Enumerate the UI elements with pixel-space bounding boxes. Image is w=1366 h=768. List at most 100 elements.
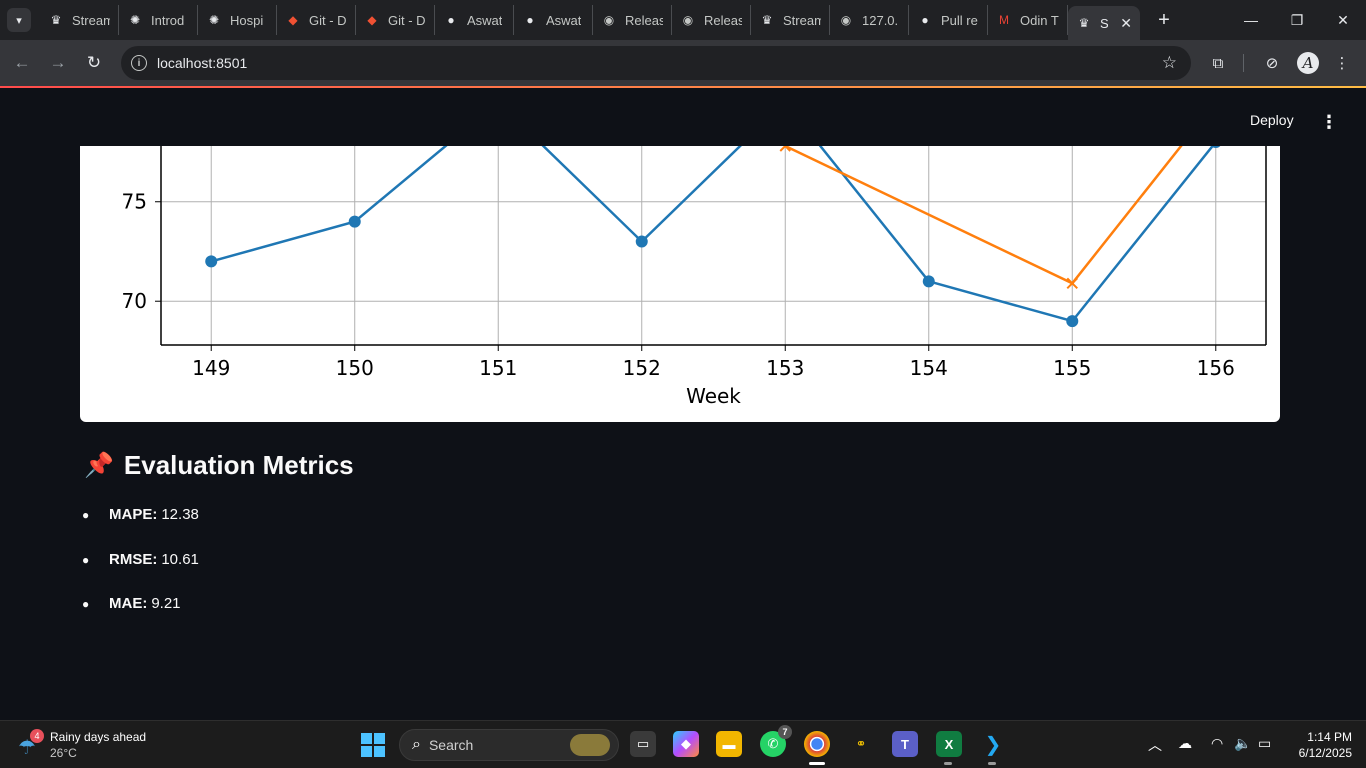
- tab[interactable]: ♛ Stream: [751, 5, 830, 35]
- restore-button[interactable]: ❐: [1274, 0, 1320, 40]
- x-tick-label: 152: [623, 356, 661, 380]
- series-group: [205, 146, 1221, 328]
- whatsapp-icon[interactable]: ✆ 7: [760, 725, 792, 757]
- site-info-icon[interactable]: i: [131, 55, 147, 71]
- tab[interactable]: M Odin T: [988, 5, 1068, 35]
- tab[interactable]: ✺ Hospi: [198, 5, 277, 35]
- file-explorer-icon[interactable]: ▬: [716, 731, 742, 757]
- tab[interactable]: ◆ Git - D: [356, 5, 435, 35]
- tab-title: 127.0.: [862, 12, 899, 28]
- clock-time: 1:14 PM: [1307, 730, 1352, 744]
- forward-button[interactable]: →: [41, 46, 75, 80]
- metrics-title: Evaluation Metrics: [123, 450, 354, 480]
- weather-badge: 4: [30, 729, 44, 743]
- new-tab-button[interactable]: +: [1150, 6, 1178, 34]
- github-icon: ●: [921, 13, 929, 27]
- copilot-icon[interactable]: ◆: [673, 731, 699, 757]
- tab[interactable]: ◉ Releas: [672, 5, 751, 35]
- weather-text: Rainy days ahead 26°C: [50, 729, 146, 761]
- sync-icon[interactable]: ⊘: [1262, 53, 1282, 73]
- taskbar: ☂ 4 Rainy days ahead 26°C ⌕ Search ▭ ◆ ▬…: [0, 720, 1366, 768]
- excel-icon[interactable]: X: [936, 731, 962, 765]
- search-highlight-image: [570, 734, 610, 756]
- tab-title: Odin T: [1020, 12, 1059, 28]
- list-item: ● RMSE: 10.61: [82, 551, 199, 596]
- tab-active[interactable]: ♛ St ✕: [1068, 6, 1140, 40]
- tab-search-button[interactable]: ▾: [7, 8, 31, 32]
- tab[interactable]: ● Pull re: [909, 5, 988, 35]
- x-tick-label: 150: [336, 356, 374, 380]
- tab-title: St: [1100, 15, 1109, 31]
- profile-avatar-icon[interactable]: A: [1297, 52, 1319, 74]
- close-tab-icon[interactable]: ✕: [1120, 15, 1132, 32]
- tab[interactable]: ● Aswat: [435, 5, 514, 35]
- bookmark-star-icon[interactable]: ☆: [1162, 53, 1177, 73]
- tab[interactable]: ◉ 127.0.: [830, 5, 909, 35]
- weather-summary: Rainy days ahead: [50, 730, 147, 744]
- teams-icon[interactable]: T: [892, 731, 918, 757]
- onedrive-icon[interactable]: ☁: [1178, 735, 1192, 752]
- extension-app-icon[interactable]: ⚭: [848, 731, 874, 757]
- tab-title: Git - D: [309, 12, 347, 28]
- deploy-button[interactable]: Deploy: [1250, 112, 1294, 128]
- show-hidden-icons-chevron-icon[interactable]: ︿: [1148, 735, 1162, 755]
- task-view-icon[interactable]: ▭: [630, 731, 656, 757]
- volume-icon[interactable]: 🔈: [1234, 735, 1251, 752]
- weather-widget[interactable]: ☂ 4 Rainy days ahead 26°C: [14, 729, 174, 761]
- streamlit-crown-icon: ♛: [1078, 16, 1090, 30]
- data-point: [922, 275, 935, 288]
- x-tick-label: 153: [766, 356, 804, 380]
- github-icon: ●: [526, 13, 534, 27]
- tab-title: Aswat: [546, 12, 582, 28]
- bullet: ●: [82, 508, 90, 522]
- clock-date: 6/12/2025: [1298, 746, 1352, 760]
- tab-title: Git - D: [388, 12, 426, 28]
- openai-icon: ✺: [208, 13, 220, 27]
- reload-button[interactable]: ↻: [77, 46, 111, 80]
- extensions-icon[interactable]: ⧉: [1208, 53, 1228, 73]
- address-bar[interactable]: i localhost:8501 ☆: [121, 46, 1191, 80]
- globe-icon: ◉: [840, 13, 852, 27]
- gmail-icon: M: [999, 13, 1009, 27]
- globe-icon: ◉: [603, 13, 615, 27]
- bullet: ●: [82, 552, 90, 567]
- wifi-icon[interactable]: ◠: [1211, 735, 1223, 752]
- app-menu-icon[interactable]: ⋮: [1320, 112, 1338, 133]
- tab[interactable]: ◆ Git - D: [277, 5, 356, 35]
- y-tick-label: 70: [122, 289, 147, 313]
- line-chart: 149 150 151 152 153 154 155 156 70 75 Week: [122, 146, 1267, 408]
- metric-name: MAE:: [109, 595, 148, 612]
- metric-name: RMSE:: [109, 550, 158, 568]
- tab[interactable]: ✺ Introd: [119, 5, 198, 35]
- tab[interactable]: ◉ Releas: [593, 5, 672, 35]
- x-tick-label: 154: [910, 356, 948, 380]
- tab-title: Stream: [72, 12, 110, 28]
- windows-start-icon[interactable]: [361, 733, 385, 757]
- data-point: [348, 215, 361, 228]
- tab[interactable]: ♛ Stream: [40, 5, 119, 35]
- battery-icon[interactable]: ▭: [1258, 735, 1271, 752]
- browser-menu-icon[interactable]: ⋮: [1332, 53, 1352, 73]
- tab-title: Releas: [704, 12, 742, 28]
- chart-container: 149 150 151 152 153 154 155 156 70 75 Week: [80, 146, 1280, 422]
- chrome-icon[interactable]: [804, 731, 830, 765]
- vscode-icon[interactable]: ❯: [980, 731, 1006, 765]
- search-label: Search: [428, 737, 474, 753]
- clock[interactable]: 1:14 PM 6/12/2025: [1282, 729, 1352, 761]
- whatsapp-badge: 7: [778, 725, 792, 739]
- app-main: Deploy ⋮ 149 150 151 152 153 154 155 156 70 75 Wee…: [0, 88, 1366, 720]
- x-tick-label: 155: [1053, 356, 1091, 380]
- data-point: [205, 255, 218, 268]
- tab[interactable]: ● Aswat: [514, 5, 593, 35]
- metrics-heading: 📌 Evaluation Metrics: [84, 450, 354, 481]
- metric-value: 12.38: [161, 506, 199, 523]
- git-icon: ◆: [367, 13, 377, 27]
- minimize-button[interactable]: —: [1228, 0, 1274, 40]
- y-tick-label: 75: [122, 190, 147, 214]
- running-indicator: [809, 762, 825, 765]
- back-button[interactable]: ←: [5, 46, 39, 80]
- close-window-button[interactable]: ✕: [1320, 0, 1366, 40]
- metrics-list: ● MAPE: 12.38 ● RMSE: 10.61 ● MAE: 9.21: [82, 506, 199, 640]
- taskbar-search[interactable]: ⌕ Search: [399, 729, 619, 761]
- tab-title: Stream: [783, 12, 821, 28]
